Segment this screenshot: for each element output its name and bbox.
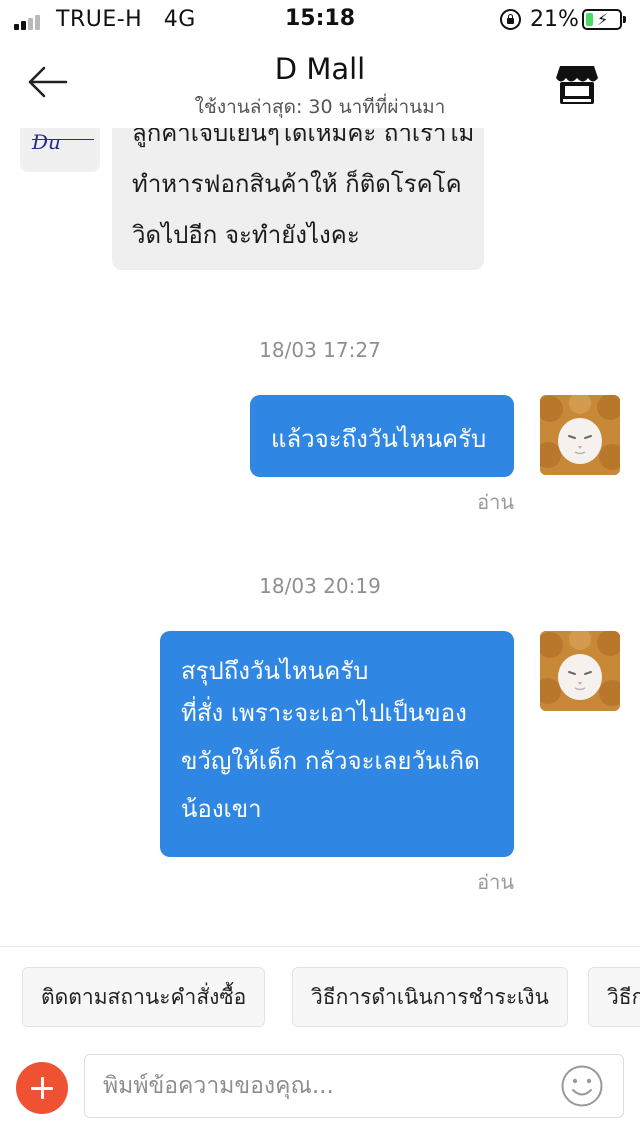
incoming-message-bubble[interactable]: ลูกค้าเจ็บเยนๆได้เหมค่ะ ถ้าเราไม่ ทำหารฟ… bbox=[112, 128, 484, 270]
outgoing-message-bubble[interactable]: สรุปถึงวันไหนครับ ที่สั่ง เพราะจะเอาไปเป… bbox=[160, 631, 514, 857]
quick-reply-payment-method[interactable]: วิธีการดำเนินการชำระเงิน bbox=[292, 967, 568, 1027]
outgoing-message-bubble[interactable]: แล้วจะถึงวันไหนครับ bbox=[250, 395, 514, 477]
quick-reply-partial[interactable]: วิธีก bbox=[588, 967, 640, 1027]
message-line: ลูกค้าเจ็บเยนๆได้เหมค่ะ ถ้าเราไม่ bbox=[132, 128, 475, 147]
message-timestamp: 18/03 20:19 bbox=[259, 574, 381, 598]
orientation-lock-icon bbox=[500, 9, 521, 30]
read-receipt: อ่าน bbox=[477, 490, 514, 514]
add-icon[interactable] bbox=[16, 1062, 68, 1114]
message-line: ขวัญให้เด็ก กลัวจะเลยวันเกิด bbox=[181, 747, 480, 775]
chat-header: D Mall ใช้งานล่าสุด: 30 นาทีที่ผ่านมา bbox=[0, 40, 640, 128]
emoji-icon[interactable] bbox=[560, 1064, 604, 1108]
user-avatar bbox=[540, 631, 620, 711]
quick-reply-track-order[interactable]: ติดตามสถานะคำสั่งซื้อ bbox=[22, 967, 266, 1027]
message-line: สรุปถึงวันไหนครับ bbox=[181, 657, 369, 685]
message-line: น้องเขา bbox=[181, 795, 262, 823]
battery-percent: 21% bbox=[530, 7, 579, 32]
battery-charging-icon: ⚡ bbox=[582, 9, 626, 30]
message-line: วิดไปอีก จะทำยังไงคะ bbox=[132, 221, 360, 249]
message-line: แล้วจะถึงวันไหนครับ bbox=[271, 425, 487, 453]
message-timestamp: 18/03 17:27 bbox=[259, 338, 381, 362]
quick-reply-bar[interactable]: ติดตามสถานะคำสั่งซื้อ วิธีการดำเนินการชำ… bbox=[0, 946, 640, 1046]
message-list[interactable]: Du ลูกค้าเจ็บเยนๆได้เหมค่ะ ถ้าเราไม่ ทำห… bbox=[0, 128, 640, 946]
message-input[interactable] bbox=[84, 1054, 624, 1118]
message-line: ที่สั่ง เพราะจะเอาไปเป็นของ bbox=[181, 699, 467, 727]
status-bar: TRUE-H 4G 15:18 21% ⚡ bbox=[0, 0, 640, 40]
read-receipt: อ่าน bbox=[477, 870, 514, 894]
message-line: ทำหารฟอกสินค้าให้ ก็ติดโรคโค bbox=[132, 170, 462, 198]
store-icon[interactable] bbox=[554, 62, 600, 106]
last-active-status: ใช้งานล่าสุด: 30 นาทีที่ผ่านมา bbox=[194, 96, 446, 118]
shop-name[interactable]: D Mall bbox=[0, 52, 640, 86]
user-avatar bbox=[540, 395, 620, 475]
shop-avatar: Du bbox=[20, 128, 100, 172]
composer-bar bbox=[0, 1046, 640, 1136]
